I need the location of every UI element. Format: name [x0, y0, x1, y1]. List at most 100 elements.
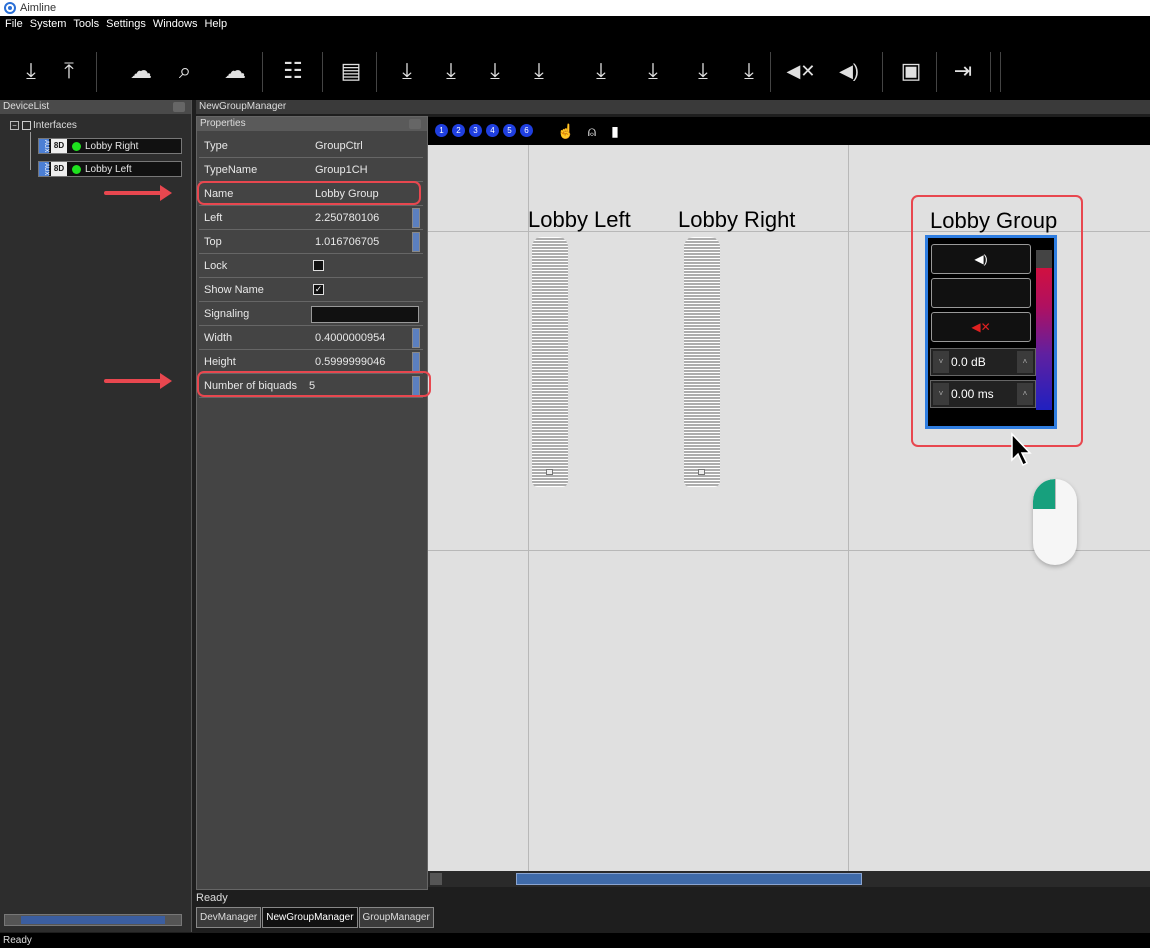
- pointer-tool-icon[interactable]: ☝: [557, 121, 575, 141]
- sliders-icon[interactable]: ☷: [278, 56, 308, 86]
- canvas-label-lobby-left: Lobby Left: [528, 207, 631, 232]
- prop-value: GroupCtrl: [315, 140, 363, 152]
- download-icon[interactable]: ⤓: [480, 56, 510, 86]
- preset-3-button[interactable]: 3: [469, 124, 482, 137]
- scrollbar-thumb[interactable]: [516, 873, 862, 885]
- speaker-lobby-left[interactable]: [532, 237, 568, 487]
- tree-root-interfaces[interactable]: − Interfaces: [0, 118, 191, 133]
- menu-settings[interactable]: Settings: [106, 16, 146, 32]
- download-icon[interactable]: ⤓: [524, 56, 554, 86]
- barcode-tool-icon[interactable]: ▮: [606, 121, 624, 141]
- volume-icon[interactable]: ◀): [834, 56, 864, 86]
- canvas-label-lobby-right: Lobby Right: [678, 207, 796, 232]
- upload-icon[interactable]: ⤒: [54, 56, 84, 86]
- signaling-field[interactable]: [311, 306, 419, 323]
- arrow-annotation-icon: [104, 373, 172, 389]
- prop-key: Signaling: [204, 308, 250, 320]
- prop-key: Lock: [204, 260, 228, 272]
- download-icon[interactable]: ⤓: [16, 56, 46, 86]
- prop-value[interactable]: 0.5999999046: [315, 356, 385, 368]
- toolbar-separator: [96, 52, 97, 92]
- collapse-icon[interactable]: −: [10, 121, 19, 130]
- toolbar-separator: [990, 52, 991, 92]
- prop-value: Group1CH: [315, 164, 368, 176]
- prop-value[interactable]: 2.250780106: [315, 212, 379, 224]
- preset-5-button[interactable]: 5: [503, 124, 516, 137]
- menu-bar: File System Tools Settings Windows Help: [0, 16, 1150, 44]
- tab-newgroupmanager[interactable]: NewGroupManager: [262, 907, 358, 928]
- speaker-lobby-right[interactable]: [684, 237, 720, 487]
- prop-row-width[interactable]: Width 0.4000000954: [199, 327, 423, 350]
- properties-panel: Properties Type GroupCtrl TypeName Group…: [196, 116, 428, 890]
- properties-title-text: Properties: [200, 118, 246, 129]
- prop-value[interactable]: 0.4000000954: [315, 332, 385, 344]
- mouse-divider: [1055, 479, 1056, 509]
- menu-help[interactable]: Help: [204, 16, 227, 32]
- spin-buttons[interactable]: [412, 328, 420, 348]
- search-icon[interactable]: ⌕: [170, 56, 200, 86]
- download-icon[interactable]: ⤓: [688, 56, 718, 86]
- menu-file[interactable]: File: [5, 16, 23, 32]
- scrollbar-thumb[interactable]: [21, 916, 165, 924]
- group-manager-title: NewGroupManager: [196, 100, 1150, 114]
- download-icon[interactable]: ⤓: [586, 56, 616, 86]
- prop-row-typename[interactable]: TypeName Group1CH: [199, 159, 423, 182]
- prop-row-left[interactable]: Left 2.250780106: [199, 207, 423, 230]
- tab-bar: DevManager NewGroupManager GroupManager: [196, 907, 435, 929]
- prop-key: Show Name: [204, 284, 264, 296]
- prop-row-show-name[interactable]: Show Name ✓: [199, 279, 423, 302]
- device-list-title-text: DeviceList: [3, 101, 50, 112]
- window-title-bar: Aimline: [0, 0, 1150, 16]
- layout-icon[interactable]: ▤: [336, 56, 366, 86]
- spin-buttons[interactable]: [412, 208, 420, 228]
- cloud-upload-icon[interactable]: ☁: [220, 56, 250, 86]
- tab-groupmanager[interactable]: GroupManager: [358, 907, 434, 928]
- properties-title: Properties: [197, 117, 427, 131]
- inner-status: Ready: [196, 892, 228, 904]
- prop-key: Top: [204, 236, 222, 248]
- panel-pin-icon[interactable]: [409, 119, 421, 129]
- download-icon[interactable]: ⤓: [436, 56, 466, 86]
- tab-devmanager[interactable]: DevManager: [196, 907, 262, 928]
- lock-checkbox[interactable]: [313, 260, 324, 271]
- save-icon[interactable]: ▣: [896, 56, 926, 86]
- device-list-scrollbar[interactable]: [4, 914, 182, 926]
- cloud-download-icon[interactable]: ☁: [126, 56, 156, 86]
- download-icon[interactable]: ⤓: [638, 56, 668, 86]
- download-icon[interactable]: ⤓: [734, 56, 764, 86]
- menu-tools[interactable]: Tools: [73, 16, 99, 32]
- canvas-toolbar: 1 2 3 4 5 6 ☝ ⍝ ▮: [428, 117, 1150, 145]
- device-item-lobby-left[interactable]: AUX 8D Lobby Left: [38, 161, 182, 177]
- download-icon[interactable]: ⤓: [392, 56, 422, 86]
- toolbar-separator: [322, 52, 323, 92]
- show-name-checkbox[interactable]: ✓: [313, 284, 324, 295]
- preset-6-button[interactable]: 6: [520, 124, 533, 137]
- arrow-annotation-icon: [104, 185, 172, 201]
- prop-key: Type: [204, 140, 228, 152]
- menu-system[interactable]: System: [30, 16, 67, 32]
- toolbar-separator: [936, 52, 937, 92]
- mouse-tool-icon[interactable]: ⍝: [583, 121, 601, 141]
- exit-icon[interactable]: ⇥: [948, 56, 978, 86]
- prop-row-lock[interactable]: Lock: [199, 255, 423, 278]
- prop-row-signaling[interactable]: Signaling: [199, 303, 423, 326]
- aux-tag: AUX: [39, 162, 49, 176]
- prop-row-type[interactable]: Type GroupCtrl: [199, 135, 423, 158]
- prop-value[interactable]: 1.016706705: [315, 236, 379, 248]
- toolbar-separator: [376, 52, 377, 92]
- panel-pin-icon[interactable]: [173, 102, 185, 112]
- mute-icon[interactable]: ◀✕: [786, 56, 816, 86]
- menu-windows[interactable]: Windows: [153, 16, 198, 32]
- scroll-left-icon[interactable]: [430, 873, 442, 885]
- preset-1-button[interactable]: 1: [435, 124, 448, 137]
- device-item-lobby-right[interactable]: AUX 8D Lobby Right: [38, 138, 182, 154]
- device-badge: 8D: [51, 139, 67, 153]
- preset-2-button[interactable]: 2: [452, 124, 465, 137]
- spin-buttons[interactable]: [412, 352, 420, 372]
- prop-row-top[interactable]: Top 1.016706705: [199, 231, 423, 254]
- preset-4-button[interactable]: 4: [486, 124, 499, 137]
- canvas-hscrollbar[interactable]: [428, 871, 1150, 887]
- prop-key: Width: [204, 332, 233, 344]
- main-toolbar: ⤓ ⤒ ☁ ⌕ ☁ ☷ ▤ ⤓ ⤓ ⤓ ⤓ ⤓ ⤓ ⤓ ⤓ ◀✕ ◀) ▣ ⇥: [0, 44, 1150, 100]
- spin-buttons[interactable]: [412, 232, 420, 252]
